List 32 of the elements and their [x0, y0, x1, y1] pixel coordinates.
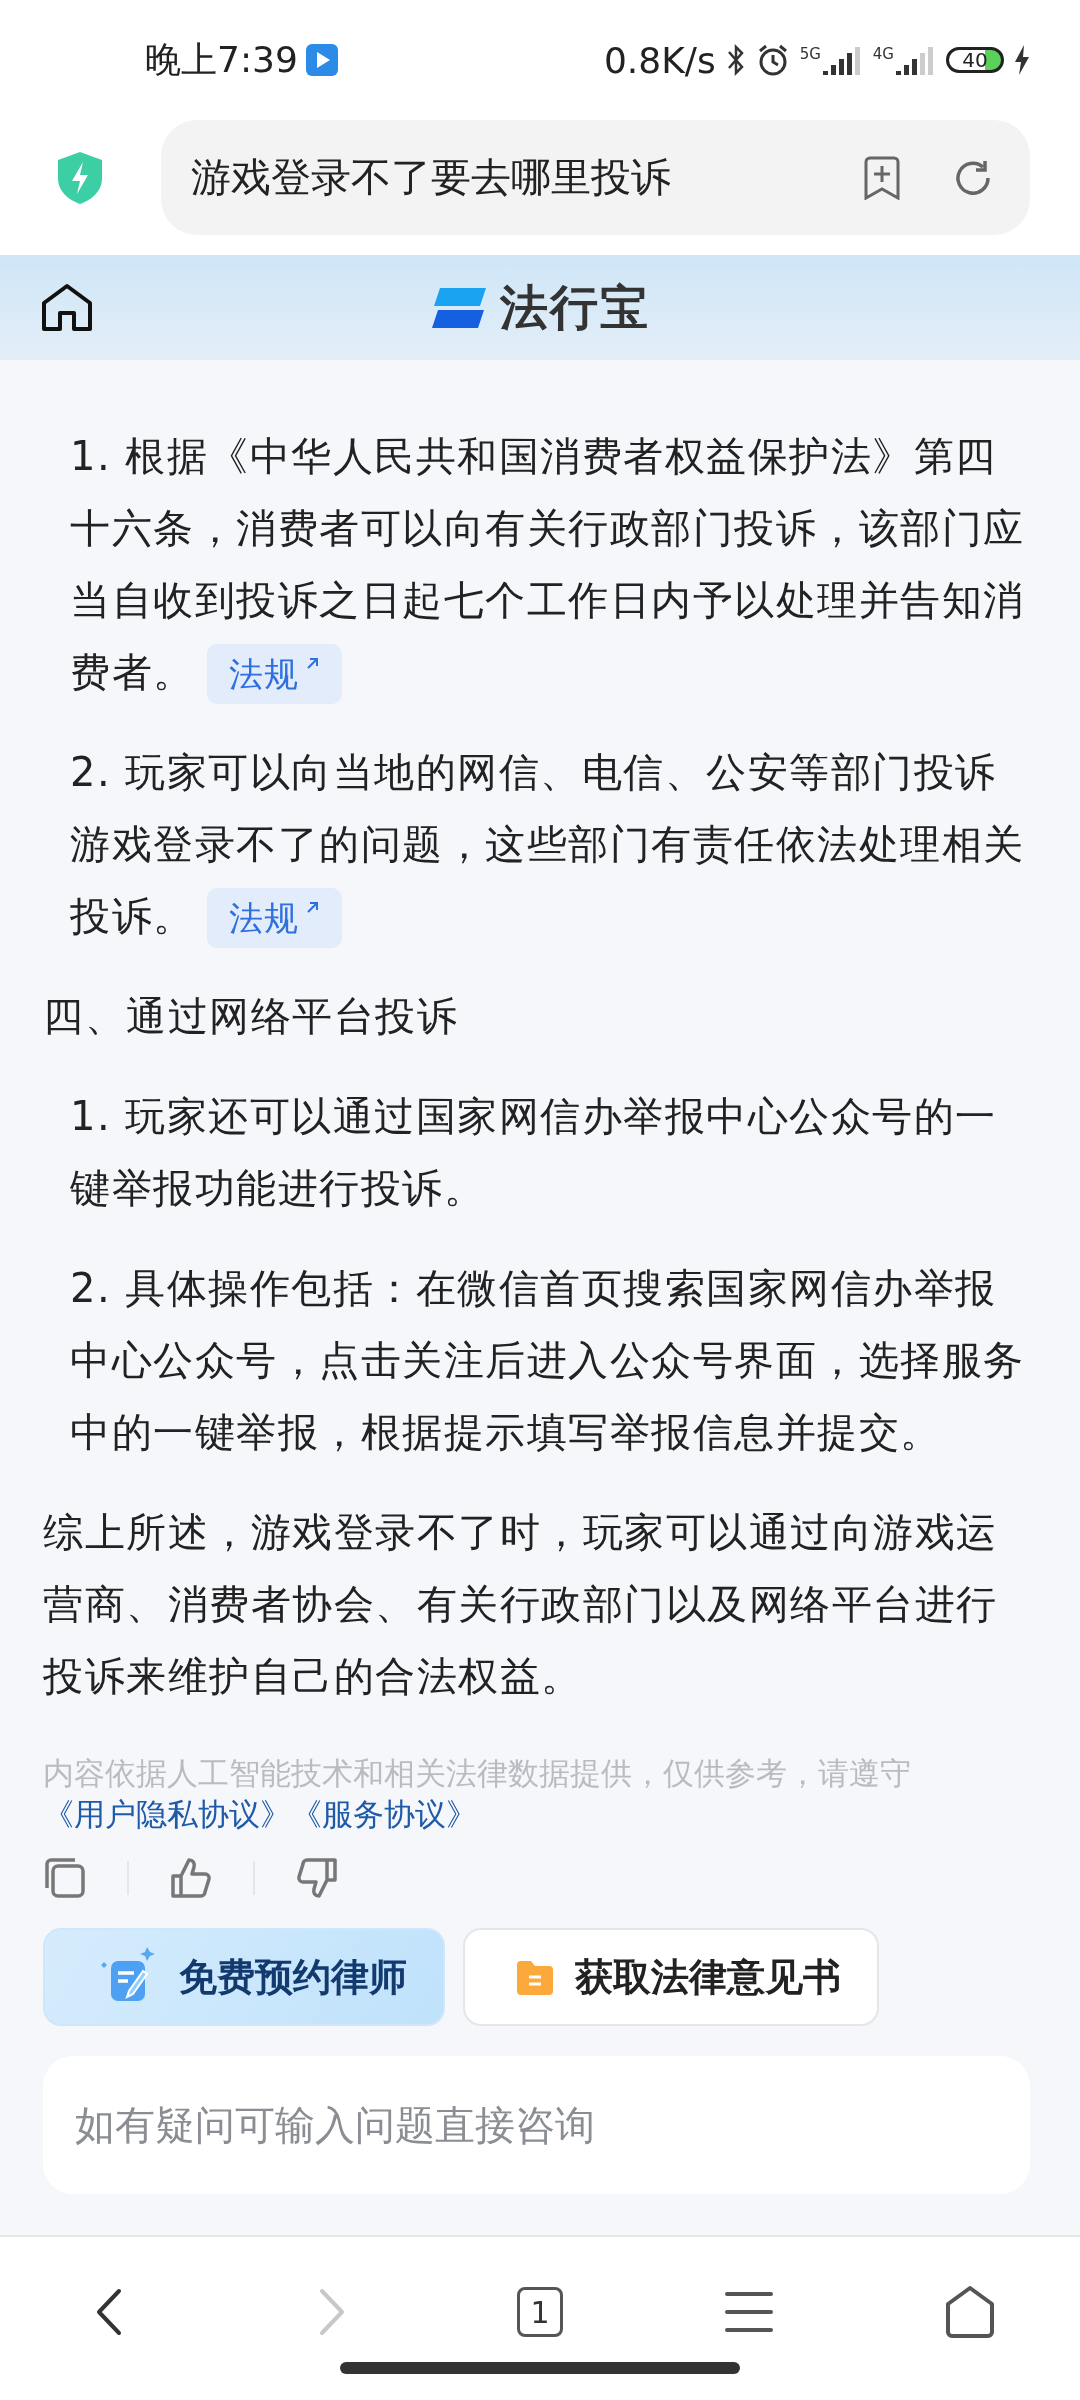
- network-speed: 0.8K/s: [603, 39, 716, 81]
- section-heading: 四、通过网络平台投诉: [43, 992, 459, 1041]
- network-type: 4G: [872, 45, 894, 63]
- summary-text: 综上所述，游戏登录不了时，玩家可以通过向游戏运营商、消费者协会、有关行政部门以及网络平台进行投诉来维护自己的合法权益。: [43, 1508, 999, 1701]
- charging-icon: [1014, 45, 1030, 75]
- list-item-text: 1. 根据《中华人民共和国消费者权益保护法》第四十六条，消费者可以向有关行政部门投诉，该部门应当自收到投诉之日起七个工作日内予以处理并告知消费者。 法规: [43, 420, 1030, 708]
- house-icon: [944, 2286, 995, 2338]
- book-lawyer-button[interactable]: 免费预约律师: [43, 1928, 445, 2026]
- legal-opinion-button[interactable]: 获取法律意见书: [463, 1928, 879, 2026]
- agreement-link[interactable]: 《服务协议》: [291, 1794, 477, 1834]
- law-link[interactable]: 法规: [206, 644, 342, 704]
- signal-icon: [896, 45, 936, 75]
- disclaimer-text: 内容依据人工智能技术和相关法律数据提供，仅供参考，请遵守: [43, 1754, 912, 1793]
- menu-icon: [723, 2290, 774, 2334]
- thumbs-down-icon[interactable]: [295, 1856, 339, 1900]
- bluetooth-icon: [725, 43, 746, 77]
- thumbs-up-icon[interactable]: [169, 1856, 213, 1900]
- signal-icon: [822, 45, 863, 75]
- list-item-text: 2. 具体操作包括：在微信首页搜索国家网信办举报中心公众号，点击关注后进入公众号界面，选择服务中的一键举报，根据提示填写举报信息并提交。: [69, 1264, 1026, 1457]
- video-app-icon: [305, 44, 338, 76]
- list-item-text: 2. 玩家可以向当地的网信、电信、公安等部门投诉游戏登录不了的问题，这些部门有责任依法处理相关投诉。 法规: [43, 736, 1030, 952]
- logo-text: 法行宝: [500, 277, 650, 337]
- law-link[interactable]: 法规: [206, 888, 342, 948]
- tabs-button[interactable]: 1: [517, 2287, 563, 2337]
- home-icon[interactable]: [40, 282, 94, 333]
- list-item-text: 1. 玩家还可以通过国家网信办举报中心公众号的一键举报功能进行投诉。: [69, 1092, 998, 1213]
- copy-icon[interactable]: [43, 1856, 87, 1900]
- status-time: 晚上7:39: [145, 37, 298, 82]
- network-type: 5G: [799, 45, 821, 63]
- bookmark-add-icon[interactable]: [862, 155, 902, 200]
- question-input[interactable]: 如有疑问可输入问题直接咨询: [43, 2056, 1030, 2194]
- agreement-link[interactable]: 《用户隐私协议》: [43, 1794, 291, 1834]
